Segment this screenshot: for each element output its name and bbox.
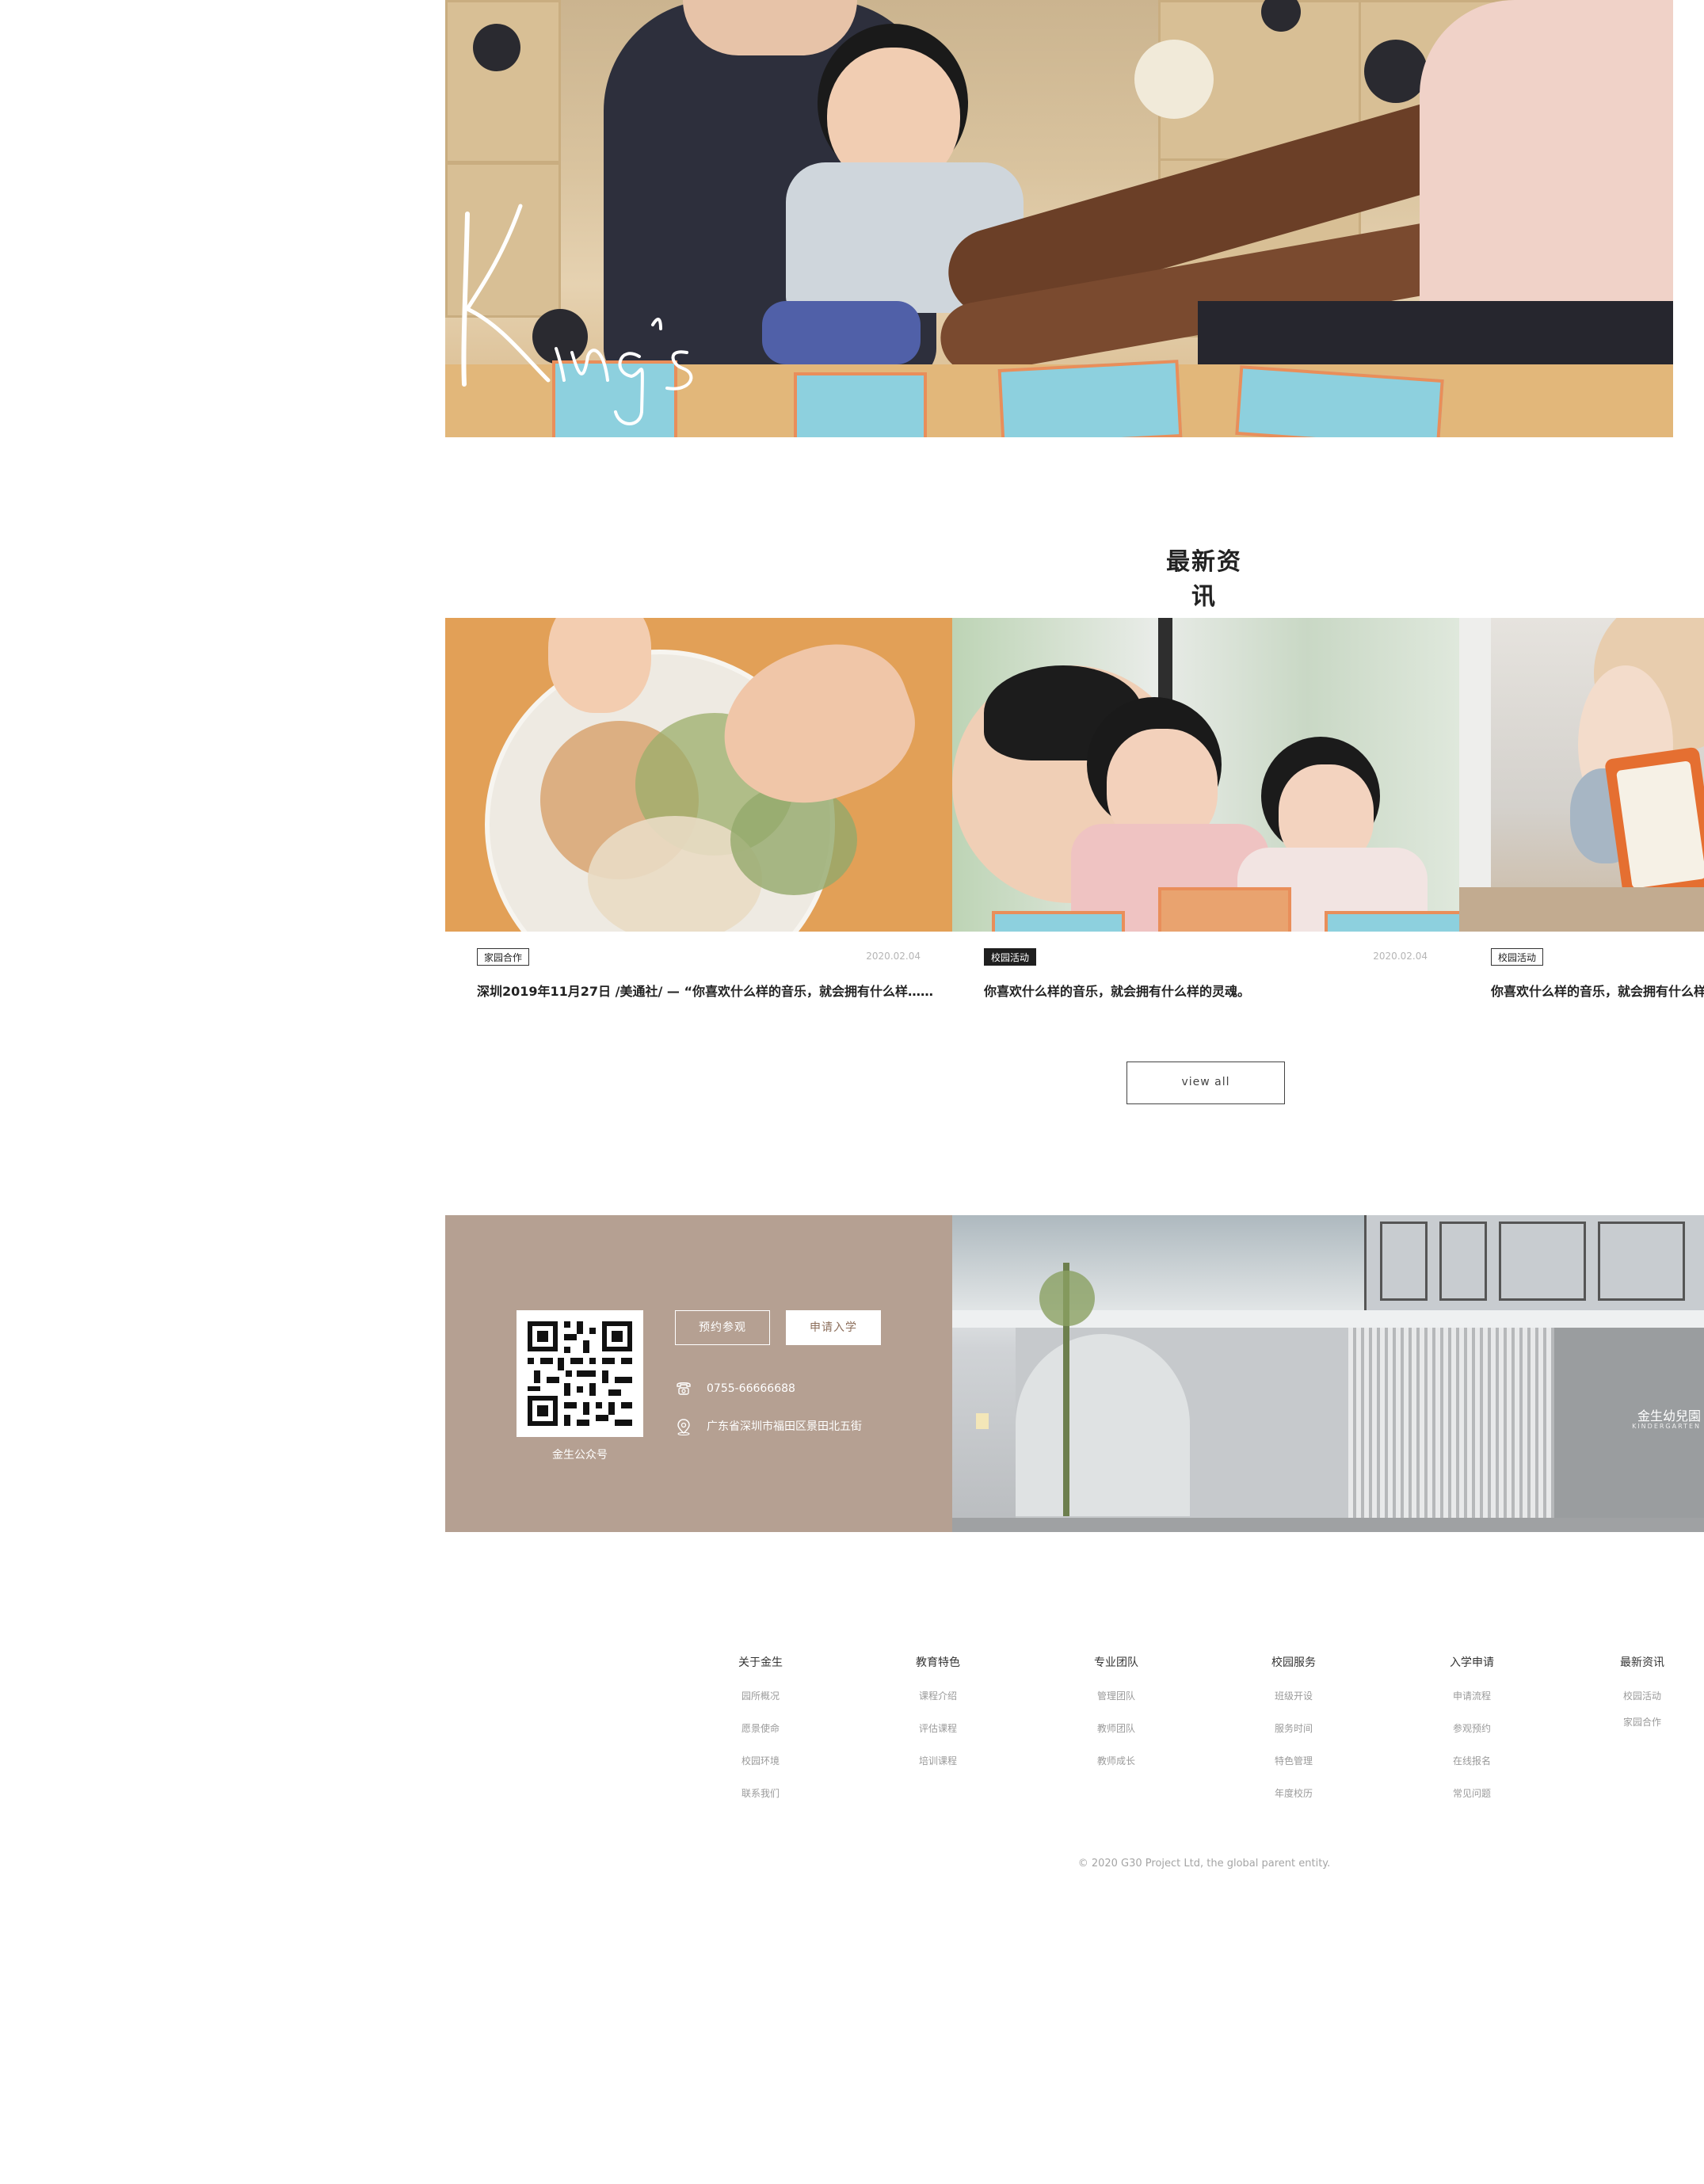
footer-link[interactable]: 特色管理: [1234, 1754, 1353, 1786]
footer-link[interactable]: 评估课程: [879, 1721, 997, 1754]
qr-caption: 金生公众号: [552, 1449, 608, 1462]
news-card-image: [952, 618, 1459, 932]
contact-phone: 0755-66666688: [707, 1382, 795, 1395]
footer-link[interactable]: 在线报名: [1412, 1754, 1531, 1786]
footer-heading[interactable]: 教育特色: [879, 1654, 997, 1670]
footer-column-admission: 入学申请 申请流程 参观预约 在线报名 常见问题: [1412, 1654, 1531, 1819]
footer-link[interactable]: 常见问题: [1412, 1786, 1531, 1819]
footer-heading[interactable]: 校园服务: [1234, 1654, 1353, 1670]
footer-column-education: 教育特色 课程介绍 评估课程 培训课程: [879, 1654, 997, 1786]
footer-link[interactable]: 校园环境: [701, 1754, 820, 1786]
news-card[interactable]: 家园合作 2020.02.04 深圳2019年11月27日 /美通社/ — “你…: [445, 618, 952, 1014]
kings-logo: [461, 204, 693, 425]
news-card[interactable]: 校园活动 你喜欢什么样的音乐，就会拥有什么样: [1459, 618, 1704, 1014]
news-card-tag: 校园活动: [984, 948, 1037, 966]
hero-image: [445, 0, 1673, 437]
news-card-headline[interactable]: 你喜欢什么样的音乐，就会拥有什么样的灵魂。: [984, 981, 1443, 1000]
news-card-date: 2020.02.04: [866, 951, 921, 962]
footer-link[interactable]: 校园活动: [1591, 1689, 1694, 1715]
footer-heading[interactable]: 关于金生: [701, 1654, 820, 1670]
news-card-tag: 校园活动: [1491, 948, 1544, 966]
copyright-text: © 2020 G30 Project Ltd, the global paren…: [1077, 1858, 1331, 1870]
news-card-date: 2020.02.04: [1373, 951, 1428, 962]
location-pin-icon: [677, 1419, 690, 1435]
apply-enrollment-button[interactable]: 申请入学: [786, 1310, 881, 1345]
news-card-image: [445, 618, 952, 932]
footer-link[interactable]: 愿景使命: [701, 1721, 820, 1754]
contact-panel: 金生公众号 预约参观 申请入学 0755-66666688 广东省深圳市福田区景…: [445, 1215, 952, 1532]
footer-link[interactable]: 服务时间: [1234, 1721, 1353, 1754]
footer-link[interactable]: 家园合作: [1591, 1715, 1694, 1748]
footer-column-team: 专业团队 管理团队 教师团队 教师成长: [1057, 1654, 1176, 1786]
footer-link[interactable]: 年度校历: [1234, 1786, 1353, 1819]
footer-link[interactable]: 管理团队: [1057, 1689, 1176, 1721]
footer-column-about: 关于金生 园所概况 愿景使命 校园环境 联系我们: [701, 1654, 820, 1819]
news-card-headline[interactable]: 你喜欢什么样的音乐，就会拥有什么样: [1491, 981, 1704, 1000]
footer-column-news: 最新资讯 校园活动 家园合作: [1591, 1654, 1694, 1748]
footer-link[interactable]: 参观预约: [1412, 1721, 1531, 1754]
footer-link[interactable]: 课程介绍: [879, 1689, 997, 1721]
news-section-title: 最新资讯: [1166, 548, 1242, 611]
building-sign-sub: KINDERGARTEN: [1632, 1423, 1701, 1430]
footer-link[interactable]: 班级开设: [1234, 1689, 1353, 1721]
news-card[interactable]: 校园活动 2020.02.04 你喜欢什么样的音乐，就会拥有什么样的灵魂。: [952, 618, 1459, 1014]
phone-icon: [677, 1382, 691, 1395]
footer-link[interactable]: 联系我们: [701, 1786, 820, 1819]
footer-link[interactable]: 园所概况: [701, 1689, 820, 1721]
view-all-button[interactable]: view all: [1126, 1062, 1285, 1104]
footer-heading[interactable]: 专业团队: [1057, 1654, 1176, 1670]
campus-building-image: 金生幼兒園 KINDERGARTEN: [952, 1215, 1704, 1532]
footer-link[interactable]: 申请流程: [1412, 1689, 1531, 1721]
qr-code: [517, 1310, 643, 1437]
news-card-headline[interactable]: 深圳2019年11月27日 /美通社/ — “你喜欢什么样的音乐，就会拥有什么样…: [477, 981, 936, 1000]
book-visit-button[interactable]: 预约参观: [675, 1310, 770, 1345]
contact-address: 广东省深圳市福田区景田北五街: [707, 1420, 862, 1433]
building-sign: 金生幼兒園: [1637, 1408, 1701, 1424]
footer-link[interactable]: 教师成长: [1057, 1754, 1176, 1786]
footer-heading[interactable]: 最新资讯: [1591, 1654, 1694, 1670]
contact-phone-row: 0755-66666688: [675, 1380, 795, 1397]
news-card-image: [1459, 618, 1704, 932]
footer-link[interactable]: 教师团队: [1057, 1721, 1176, 1754]
footer-heading[interactable]: 入学申请: [1412, 1654, 1531, 1670]
contact-address-row: 广东省深圳市福田区景田北五街: [675, 1418, 862, 1435]
footer-column-services: 校园服务 班级开设 服务时间 特色管理 年度校历: [1234, 1654, 1353, 1819]
news-card-tag: 家园合作: [477, 948, 530, 966]
footer-link[interactable]: 培训课程: [879, 1754, 997, 1786]
